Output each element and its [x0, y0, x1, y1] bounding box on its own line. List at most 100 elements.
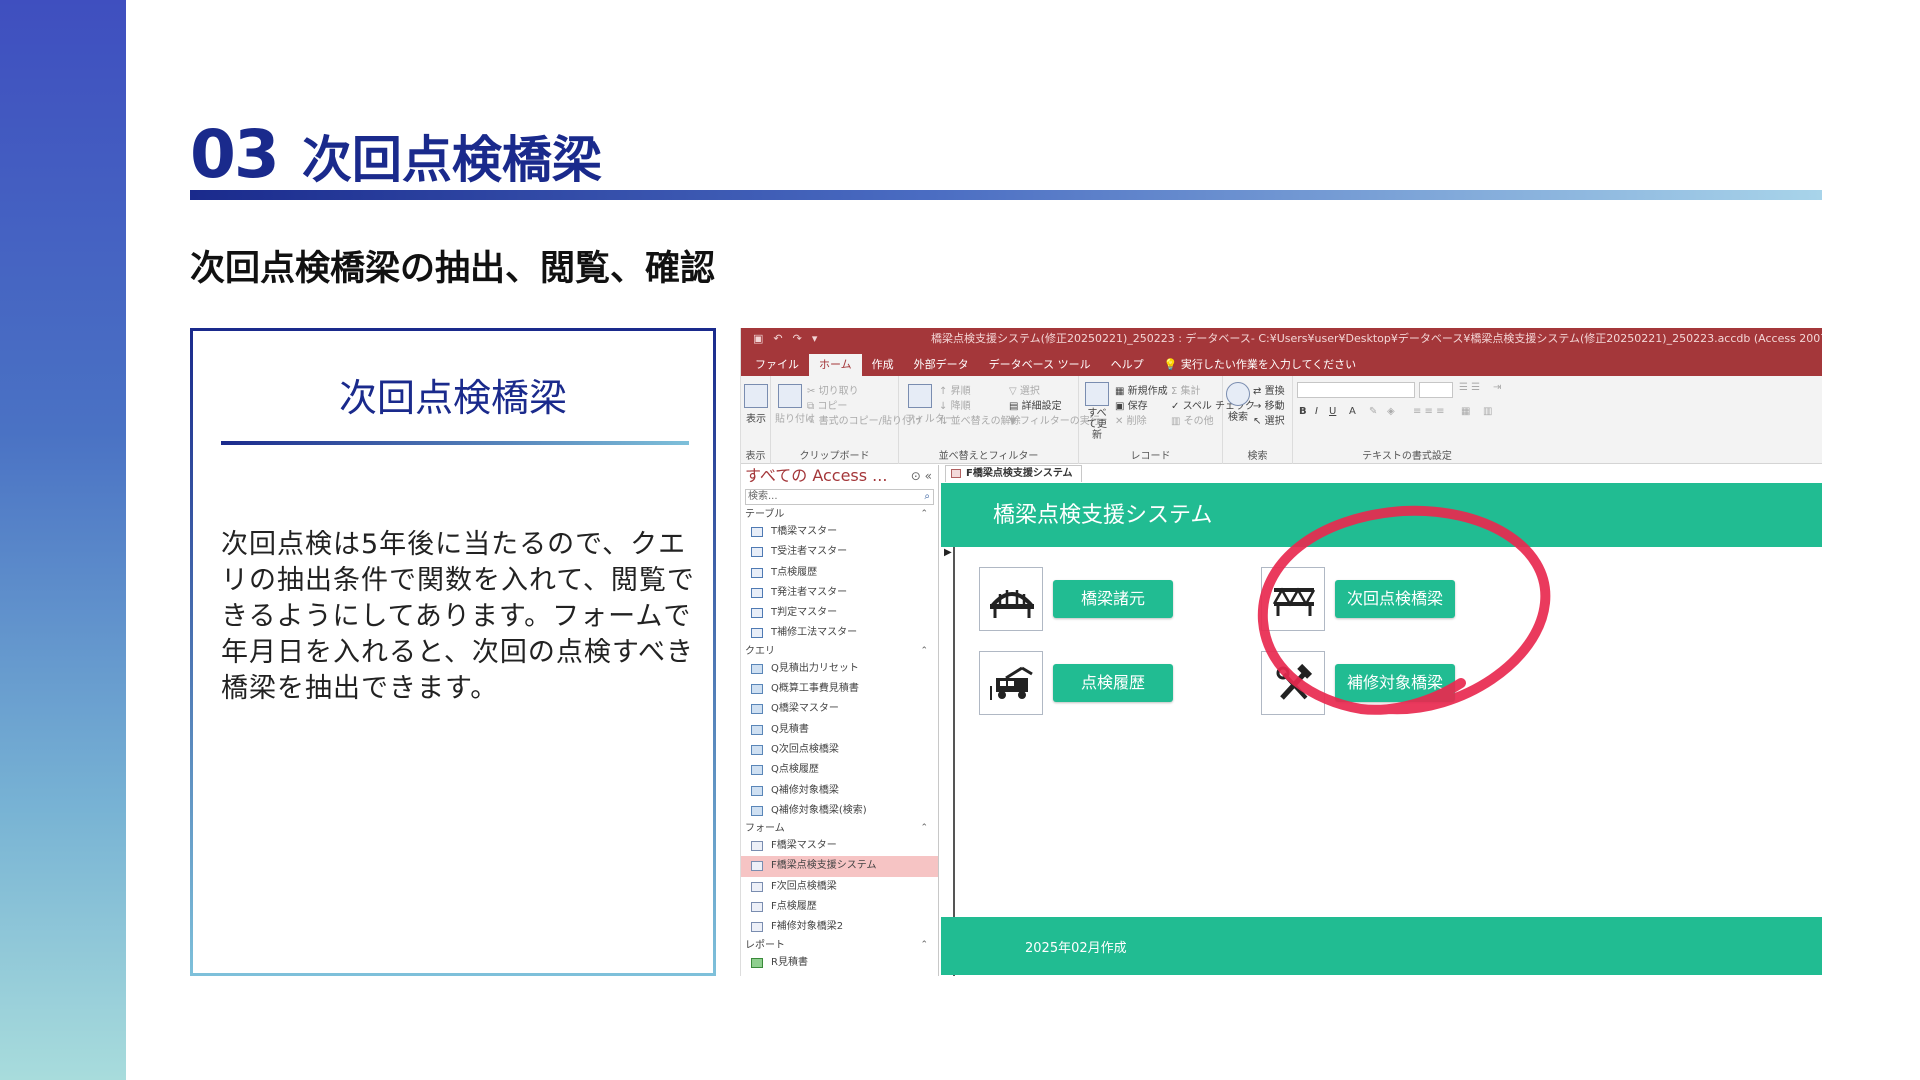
nav-item[interactable]: Q補修対象橋梁(検索): [741, 801, 938, 821]
quick-access-toolbar[interactable]: ▣ ↶ ↷ ▾: [753, 332, 817, 345]
tab-database-tools[interactable]: データベース ツール: [979, 354, 1101, 376]
view-button[interactable]: 表示: [744, 384, 768, 425]
replace-label: 置換: [1264, 386, 1285, 397]
nav-item[interactable]: Q概算工事費見積書: [741, 679, 938, 699]
nav-item[interactable]: Q補修対象橋梁: [741, 781, 938, 801]
goto-button[interactable]: → 移動: [1253, 397, 1285, 412]
nav-item[interactable]: F橋梁点検支援システム: [741, 856, 938, 877]
nav-item[interactable]: F次回点検橋梁: [741, 877, 938, 897]
record-selector[interactable]: ▶: [941, 547, 955, 976]
nav-item[interactable]: R補修対象橋梁: [741, 973, 938, 976]
nav-pane-controls[interactable]: ⊙ «: [911, 465, 932, 487]
paste-button[interactable]: 貼り付け: [775, 384, 815, 425]
form-header: 橋梁点検支援システム: [941, 483, 1822, 547]
cut-button[interactable]: ✂ 切り取り: [807, 382, 859, 397]
repair-target-button[interactable]: 補修対象橋梁: [1335, 664, 1455, 702]
query-icon: [751, 684, 763, 695]
nav-item[interactable]: R見積書: [741, 953, 938, 973]
new-record-button[interactable]: ▦ 新規作成: [1115, 382, 1168, 397]
ascending-button[interactable]: ↑ 昇順: [939, 382, 971, 397]
nav-item[interactable]: T点検履歴: [741, 563, 938, 583]
tell-me-box[interactable]: 💡 実行したい作業を入力してください: [1154, 354, 1357, 376]
underline-button[interactable]: U: [1329, 406, 1336, 417]
list-icons[interactable]: ☰ ☰: [1459, 382, 1480, 393]
find-label: 検索: [1228, 412, 1248, 423]
nav-item[interactable]: F点検履歴: [741, 897, 938, 917]
nav-item[interactable]: T補修工法マスター: [741, 623, 938, 643]
italic-button[interactable]: I: [1315, 406, 1318, 417]
collapse-chevron-icon[interactable]: ⌃: [920, 938, 928, 953]
query-icon: [751, 805, 763, 816]
tab-create[interactable]: 作成: [862, 354, 904, 376]
align-icons[interactable]: ≡ ≡ ≡: [1413, 406, 1445, 417]
select-button[interactable]: ↖ 選択: [1253, 412, 1285, 427]
collapse-chevron-icon[interactable]: ⌃: [920, 507, 928, 522]
nav-item[interactable]: T受注者マスター: [741, 542, 938, 562]
nav-category[interactable]: クエリ ⌃: [741, 644, 938, 659]
form-icon: [751, 861, 763, 872]
nav-item[interactable]: Q見積書: [741, 720, 938, 740]
form-icon: [751, 881, 763, 892]
nav-item[interactable]: F補修対象橋梁2: [741, 917, 938, 937]
refresh-all-button[interactable]: すべて更新: [1083, 382, 1111, 441]
nav-pane-header[interactable]: すべての Access ... ⊙ «: [741, 465, 938, 487]
save-record-button[interactable]: ▣ 保存: [1115, 397, 1148, 412]
advanced-filter-button[interactable]: ▤ 詳細設定: [1009, 397, 1062, 412]
delete-record-button[interactable]: ✕ 削除: [1115, 412, 1147, 427]
nav-item-label: Q橋梁マスター: [771, 703, 839, 715]
tab-external-data[interactable]: 外部データ: [904, 354, 979, 376]
save-icon[interactable]: ▣: [753, 332, 763, 345]
gridlines-icon[interactable]: ▦: [1461, 406, 1470, 417]
selection-filter-button[interactable]: ▽ 選択: [1009, 382, 1040, 397]
nav-item[interactable]: Q点検履歴: [741, 760, 938, 780]
find-button[interactable]: 検索: [1225, 382, 1251, 423]
replace-button[interactable]: ⇄ 置換: [1253, 382, 1285, 397]
nav-item[interactable]: Q見積出力リセット: [741, 659, 938, 679]
search-icon[interactable]: ⌕: [924, 490, 930, 504]
descending-button[interactable]: ↓ 降順: [939, 397, 971, 412]
font-size-select[interactable]: [1419, 382, 1453, 398]
nav-search-input[interactable]: 検索... ⌕: [745, 489, 934, 505]
tab-home[interactable]: ホーム: [809, 354, 862, 376]
undo-icon[interactable]: ↶: [773, 332, 782, 345]
collapse-chevron-icon[interactable]: ⌃: [920, 644, 928, 659]
document-tab[interactable]: F橋梁点検支援システム: [945, 465, 1082, 482]
table-icon: [751, 628, 763, 639]
tab-help[interactable]: ヘルプ: [1101, 354, 1154, 376]
fill-color-icon[interactable]: ◈: [1387, 406, 1395, 417]
alt-row-color-icon[interactable]: ▥: [1483, 406, 1492, 417]
font-name-select[interactable]: [1297, 382, 1415, 398]
table-icon: [751, 608, 763, 619]
nav-search-placeholder: 検索...: [748, 491, 778, 502]
nav-item[interactable]: T発注者マスター: [741, 583, 938, 603]
bold-button[interactable]: B: [1299, 406, 1307, 417]
delete-icon: ✕: [1115, 416, 1124, 427]
nav-item-label: Q見積書: [771, 723, 809, 735]
inspection-history-button[interactable]: 点検履歴: [1053, 664, 1173, 702]
nav-item[interactable]: Q橋梁マスター: [741, 699, 938, 719]
nav-category[interactable]: フォーム ⌃: [741, 821, 938, 836]
indent-icons[interactable]: ⇥: [1493, 382, 1501, 393]
nav-item[interactable]: F橋梁マスター: [741, 836, 938, 856]
copy-button[interactable]: ⧉ コピー: [807, 397, 847, 412]
font-color-button[interactable]: A: [1349, 406, 1356, 417]
ascending-label: 昇順: [950, 386, 971, 397]
nav-item[interactable]: T橋梁マスター: [741, 522, 938, 542]
nav-category[interactable]: テーブル ⌃: [741, 507, 938, 522]
nav-item[interactable]: Q次回点検橋梁: [741, 740, 938, 760]
nav-item-label: F補修対象橋梁2: [771, 921, 844, 933]
nav-item[interactable]: T判定マスター: [741, 603, 938, 623]
customize-icon[interactable]: ▾: [812, 332, 818, 345]
more-button[interactable]: ▥ その他: [1171, 412, 1214, 427]
selection-filter-icon: ▽: [1009, 386, 1017, 397]
collapse-chevron-icon[interactable]: ⌃: [920, 821, 928, 836]
totals-label: 集計: [1180, 386, 1201, 397]
redo-icon[interactable]: ↷: [793, 332, 802, 345]
filter-button[interactable]: フィルター: [905, 384, 955, 425]
totals-button[interactable]: Σ 集計: [1171, 382, 1201, 397]
highlight-icon[interactable]: ✎: [1369, 406, 1377, 417]
bridge-specs-button[interactable]: 橋梁諸元: [1053, 580, 1173, 618]
tab-file[interactable]: ファイル: [745, 354, 809, 376]
nav-category[interactable]: レポート ⌃: [741, 938, 938, 953]
next-inspection-button[interactable]: 次回点検橋梁: [1335, 580, 1455, 618]
